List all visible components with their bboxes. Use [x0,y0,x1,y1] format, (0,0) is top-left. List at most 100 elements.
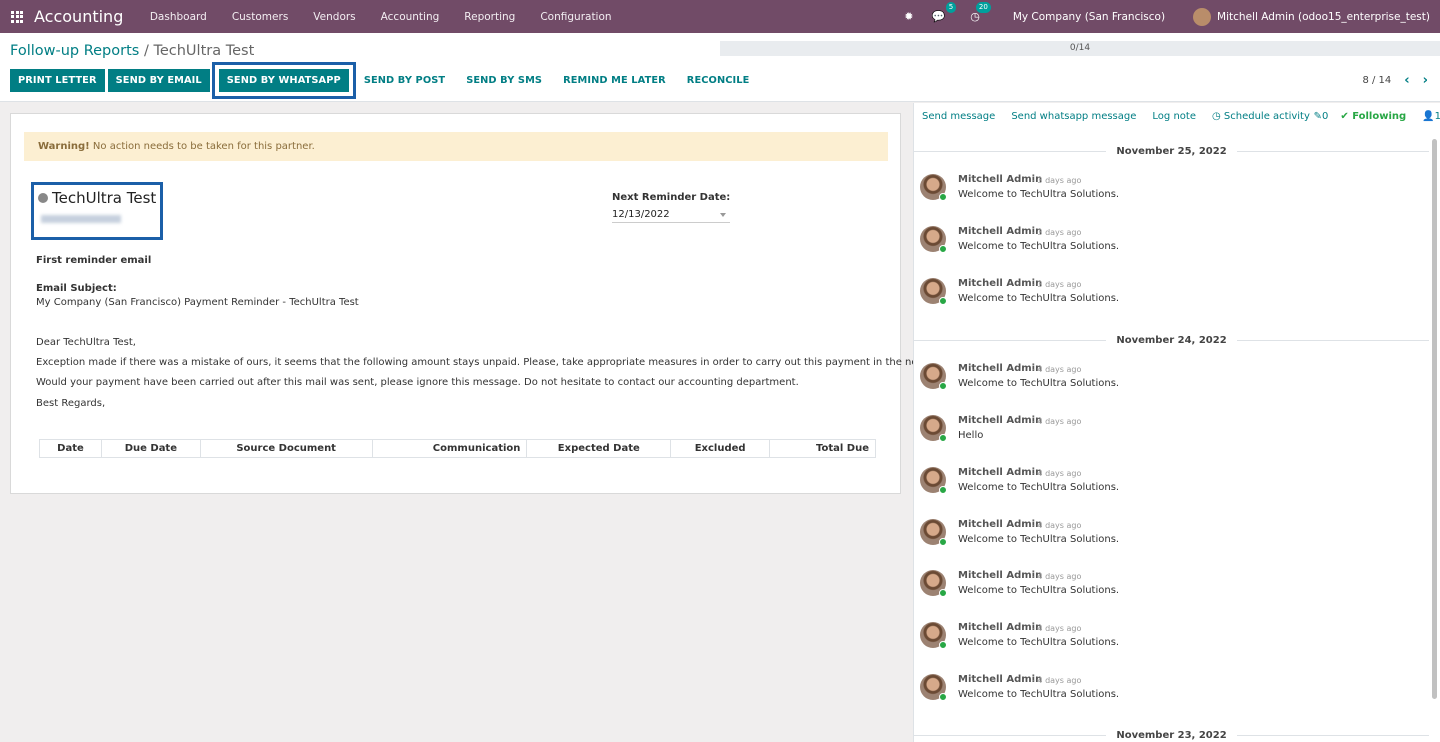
online-status-icon [939,589,947,597]
following-button[interactable]: ✔ Following [1340,111,1406,122]
col-date: Date [39,439,102,458]
following-label: Following [1352,110,1407,122]
schedule-activity-button[interactable]: ◷ Schedule activity [1212,111,1310,122]
send-by-email-button[interactable]: SEND BY EMAIL [107,69,210,92]
user-icon: 👤 [1422,110,1435,122]
followup-report-sheet: Warning! No action needs to be taken for… [10,113,967,494]
date-separator-label: November 25, 2022 [1116,146,1227,157]
message-author[interactable]: Mitchell Admin [958,415,1042,426]
send-message-button[interactable]: Send message [922,111,995,122]
log-note-button[interactable]: Log note [1152,111,1196,122]
message-author[interactable]: Mitchell Admin [958,278,1042,289]
chatter-panel: Send message Send whatsapp message Log n… [913,103,1440,742]
partner-highlight: TechUltra Test [31,182,163,240]
breadcrumb-parent[interactable]: Follow-up Reports [10,43,139,59]
online-status-icon [939,193,947,201]
print-letter-button[interactable]: PRINT LETTER [10,69,105,92]
online-status-icon [939,538,947,546]
warning-text: No action needs to be taken for this par… [89,141,315,152]
chatter-message: Mitchell Admin - 3 days ago Welcome to T… [920,226,1420,262]
message-author[interactable]: Mitchell Admin [958,467,1042,478]
message-author[interactable]: Mitchell Admin [958,226,1042,237]
col-communication: Communication [371,439,528,458]
send-by-post-button[interactable]: SEND BY POST [355,69,454,92]
send-whatsapp-message-button[interactable]: Send whatsapp message [1011,111,1136,122]
pager: 8 / 14 ‹ › [1362,73,1428,88]
menu-reporting[interactable]: Reporting [452,11,528,23]
online-status-icon [939,486,947,494]
chatter-message: Mitchell Admin - 4 days ago Welcome to T… [920,519,1420,555]
app-brand[interactable]: Accounting [34,7,123,26]
next-reminder-label: Next Reminder Date: [612,192,731,203]
paperclip-icon: ✎ [1313,110,1322,122]
user-name: Mitchell Admin (odoo15_enterprise_test) [1217,10,1430,23]
next-reminder-date-input[interactable]: 12/13/2022 [612,209,730,223]
report-area: Warning! No action needs to be taken for… [0,103,967,742]
message-author[interactable]: Mitchell Admin [958,570,1042,581]
col-total-due: Total Due [769,439,876,458]
menu-customers[interactable]: Customers [219,11,300,23]
message-author[interactable]: Mitchell Admin [958,363,1042,374]
message-author[interactable]: Mitchell Admin [958,674,1042,685]
letter-closing: Best Regards, [36,398,106,409]
partner-name-text: TechUltra Test [52,189,157,207]
send-by-whatsapp-button[interactable]: SEND BY WHATSAPP [211,62,356,99]
message-date: - 4 days ago [1032,365,1082,374]
message-date: - 4 days ago [1032,469,1082,478]
pager-value[interactable]: 8 / 14 [1362,75,1391,86]
breadcrumb-current: TechUltra Test [153,43,255,59]
debug-bug-icon[interactable]: ✹ [904,10,913,23]
table-header-row: Date Due Date Source Document Communicat… [39,439,876,458]
action-buttons: PRINT LETTER SEND BY EMAIL SEND BY WHATS… [10,62,761,99]
chatter-message: Mitchell Admin - 4 days ago Hello [920,415,1420,451]
menu-configuration[interactable]: Configuration [528,11,624,23]
attachments-count: 0 [1321,110,1329,122]
message-date: - 4 days ago [1032,624,1082,633]
partner-name[interactable]: TechUltra Test [38,189,156,207]
company-switcher[interactable]: My Company (San Francisco) [1013,11,1165,23]
user-menu[interactable]: Mitchell Admin (odoo15_enterprise_test) [1193,7,1430,26]
partner-contact-redacted [41,215,121,223]
messaging-icon[interactable]: 💬 5 [932,2,957,23]
col-source-document: Source Document [199,439,373,458]
chatter-message: Mitchell Admin - 3 days ago Welcome to T… [920,174,1420,210]
message-author[interactable]: Mitchell Admin [958,174,1042,185]
invoices-table: Date Due Date Source Document Communicat… [39,439,876,458]
followup-level: First reminder email [36,255,152,266]
message-author[interactable]: Mitchell Admin [958,519,1042,530]
chatter-message: Mitchell Admin - 4 days ago Welcome to T… [920,467,1420,503]
menu-vendors[interactable]: Vendors [301,11,368,23]
send-by-sms-button[interactable]: SEND BY SMS [457,69,551,92]
apps-menu-icon[interactable] [0,0,34,33]
messages-badge: 5 [945,2,957,13]
online-status-icon [939,641,947,649]
message-date: - 3 days ago [1032,228,1082,237]
pager-previous-icon[interactable]: ‹ [1404,73,1409,88]
reconcile-button[interactable]: RECONCILE [678,69,759,92]
attachments-button[interactable]: ✎0 [1314,111,1329,122]
followers-count: 1 [1435,111,1440,122]
top-navbar: Accounting Dashboard Customers Vendors A… [0,0,1440,33]
partner-status-icon [38,193,48,203]
message-body: Welcome to TechUltra Solutions. [958,189,1120,200]
online-status-icon [939,434,947,442]
activities-badge: 20 [975,2,991,13]
activity-clock-icon[interactable]: ◷ 20 [970,2,991,23]
message-author[interactable]: Mitchell Admin [958,622,1042,633]
online-status-icon [939,382,947,390]
menu-dashboard[interactable]: Dashboard [137,11,219,23]
chatter-scrollbar[interactable] [1432,139,1437,699]
followers-button[interactable]: 👤1 [1422,111,1440,122]
warning-title: Warning! [38,141,90,152]
remind-me-later-button[interactable]: REMIND ME LATER [554,69,675,92]
email-subject: My Company (San Francisco) Payment Remin… [36,297,359,308]
date-separator: November 24, 2022 [914,335,1429,346]
chatter-message: Mitchell Admin - 4 days ago Welcome to T… [920,363,1420,399]
message-body: Welcome to TechUltra Solutions. [958,241,1120,252]
message-date: - 3 days ago [1032,176,1082,185]
pager-next-icon[interactable]: › [1423,73,1428,88]
menu-accounting[interactable]: Accounting [368,11,452,23]
message-body: Welcome to TechUltra Solutions. [958,378,1120,389]
message-body: Welcome to TechUltra Solutions. [958,534,1120,545]
email-subject-label: Email Subject: [36,283,117,294]
